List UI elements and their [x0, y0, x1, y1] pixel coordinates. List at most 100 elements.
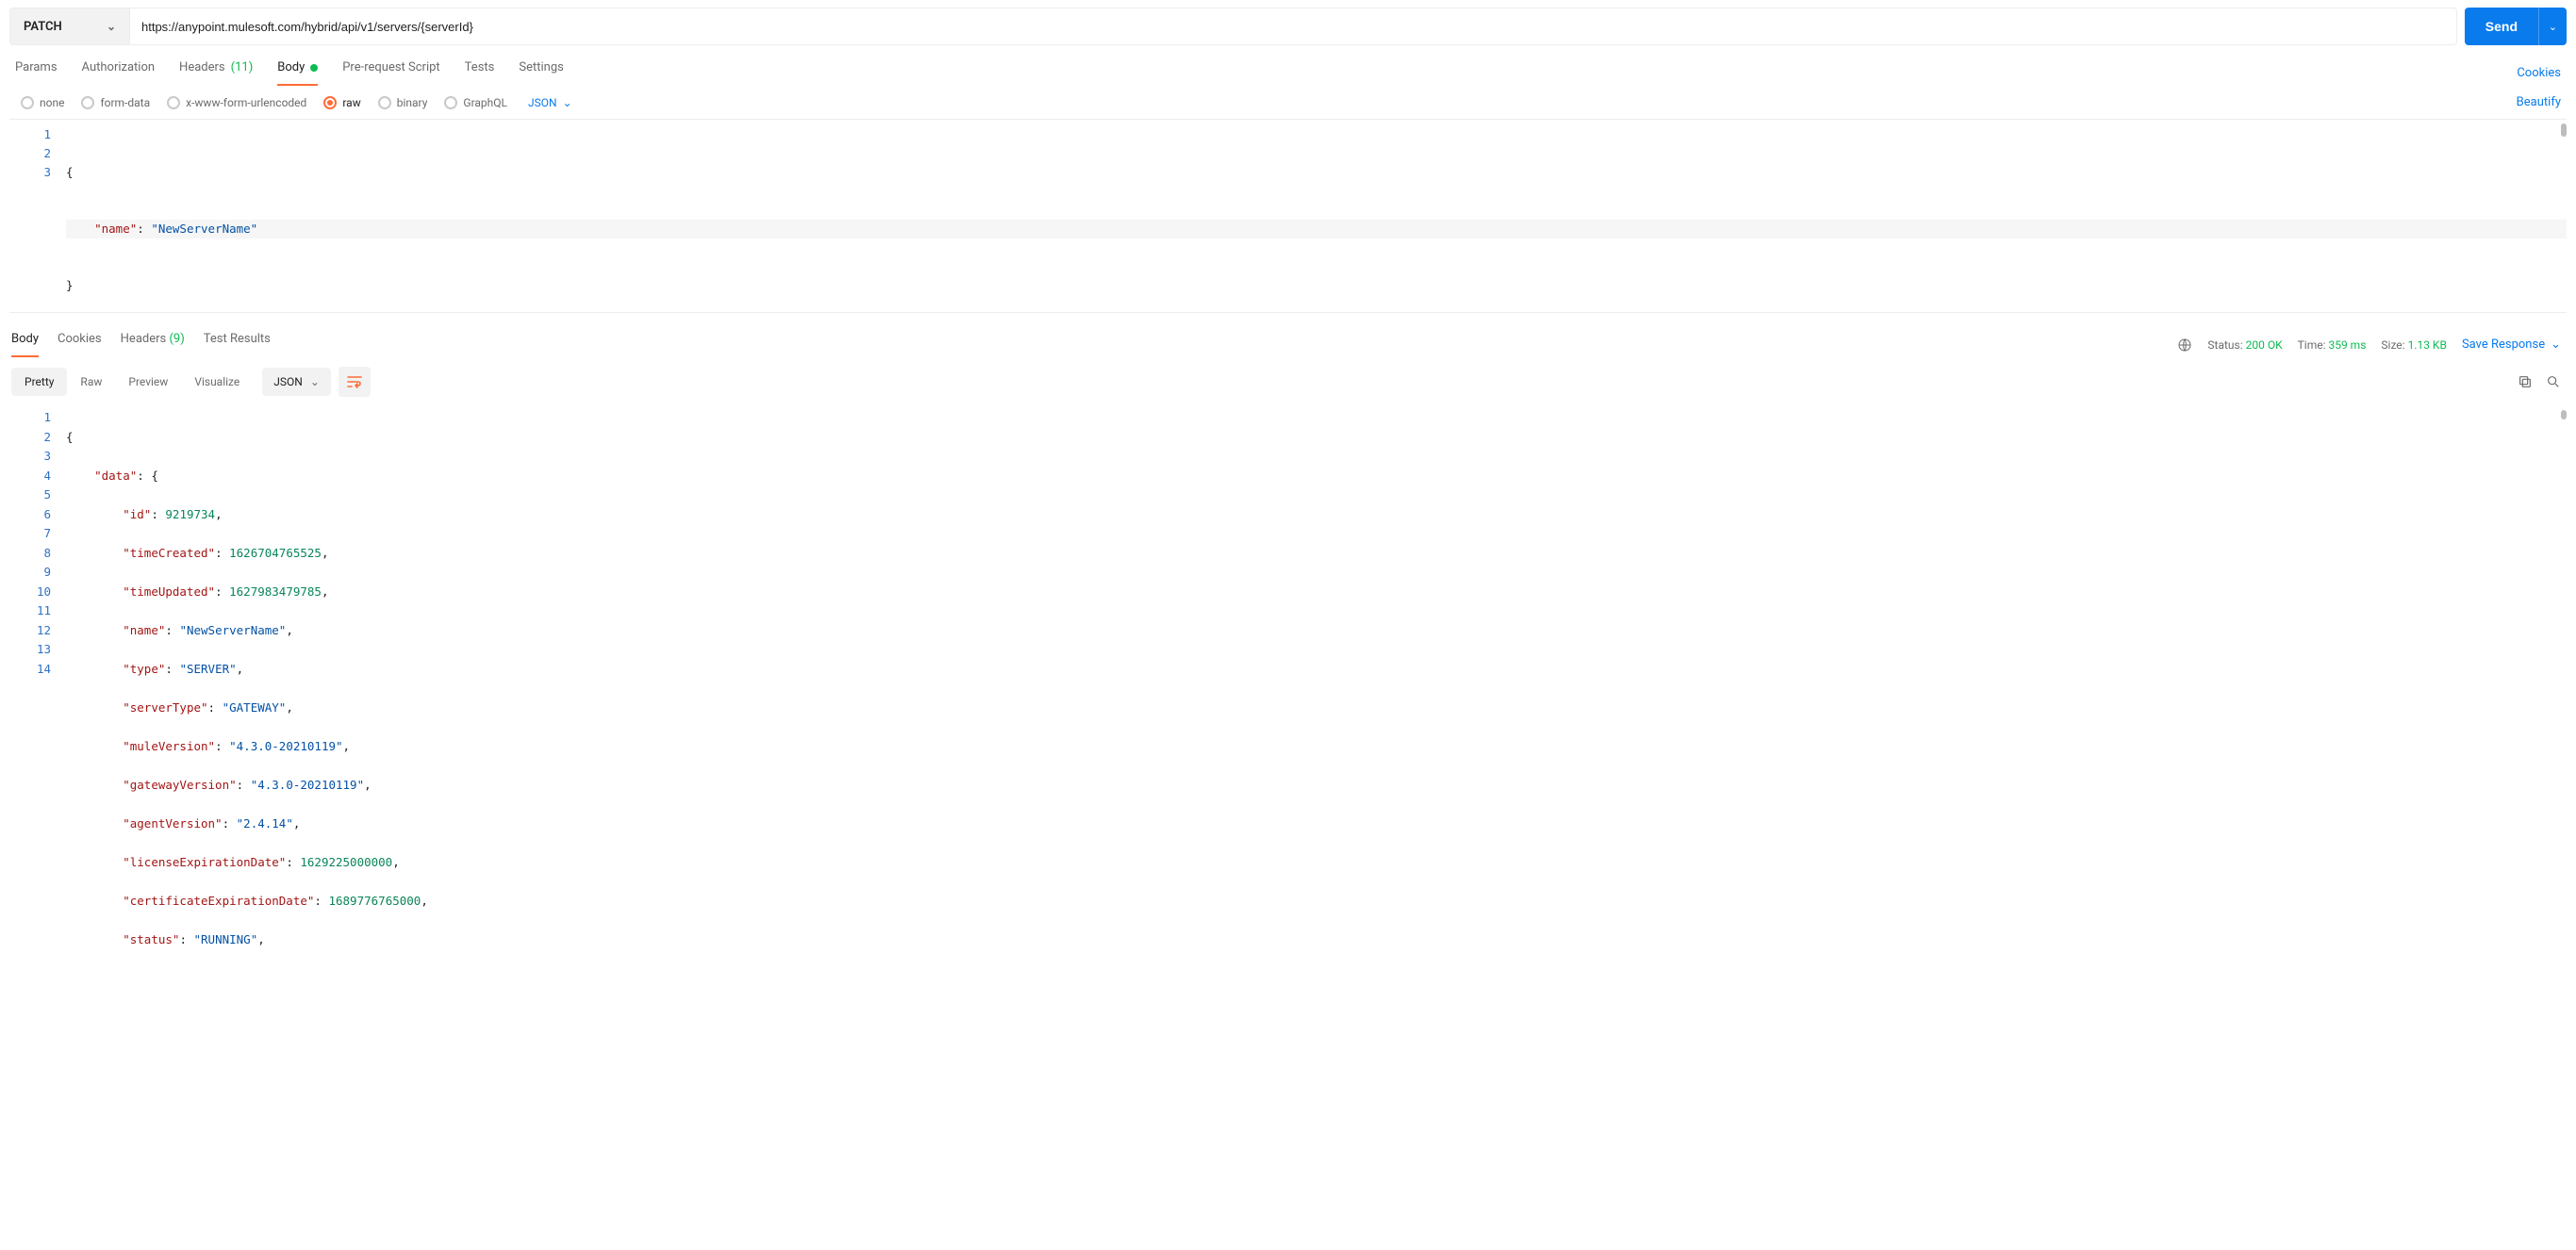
code-token: "4.3.0-20210119" — [229, 739, 342, 753]
code-token: , — [343, 739, 351, 753]
code-token: "SERVER" — [179, 662, 236, 676]
code-token: , — [215, 507, 223, 521]
code-token: "timeCreated" — [123, 546, 215, 560]
body-type-row: none form-data x-www-form-urlencoded raw… — [9, 86, 2567, 120]
view-pills: Pretty Raw Preview Visualize — [11, 368, 253, 396]
body-type-raw[interactable]: raw — [323, 96, 360, 109]
chevron-down-icon: ⌄ — [2549, 21, 2557, 33]
wrap-icon — [347, 375, 362, 388]
code-token: "certificateExpirationDate" — [123, 894, 314, 908]
code-token: "name" — [123, 623, 165, 637]
tab-headers[interactable]: Headers (11) — [179, 60, 253, 86]
code-token: , — [322, 584, 329, 599]
code-token: "GATEWAY" — [223, 700, 287, 715]
copy-icon[interactable] — [2518, 374, 2533, 389]
code-token: "4.3.0-20210119" — [251, 778, 364, 792]
body-type-x-www[interactable]: x-www-form-urlencoded — [167, 96, 306, 109]
body-type-form-data[interactable]: form-data — [81, 96, 150, 109]
code-token: "NewServerName" — [179, 623, 286, 637]
radio-label: x-www-form-urlencoded — [186, 96, 306, 109]
view-raw[interactable]: Raw — [67, 368, 115, 396]
code-token: , — [392, 855, 400, 869]
request-body-editor[interactable]: 123 { "name": "NewServerName" } — [9, 120, 2567, 313]
response-language-value: JSON — [273, 375, 303, 388]
response-toolbar: Pretty Raw Preview Visualize JSON ⌄ — [9, 357, 2567, 406]
code-token: "gatewayVersion" — [123, 778, 236, 792]
tab-tests[interactable]: Tests — [465, 60, 495, 86]
code-token: , — [364, 778, 372, 792]
code-token: "muleVersion" — [123, 739, 215, 753]
radio-icon — [323, 96, 337, 109]
code-token: : — [137, 222, 151, 236]
line-wrap-button[interactable] — [339, 367, 371, 397]
http-method-value: PATCH — [24, 20, 62, 34]
code-token: "timeUpdated" — [123, 584, 215, 599]
tab-headers-count: (11) — [231, 60, 254, 74]
response-code[interactable]: { "data": { "id": 9219734, "timeCreated"… — [66, 406, 2567, 1010]
code-token: 1689776765000 — [328, 894, 421, 908]
tab-authorization[interactable]: Authorization — [82, 60, 156, 86]
code-token: "id" — [123, 507, 151, 521]
radio-label: binary — [397, 96, 428, 109]
code-token: "RUNNING" — [194, 932, 258, 946]
code-token: , — [322, 546, 329, 560]
tab-body[interactable]: Body — [277, 60, 318, 86]
response-view-controls: Pretty Raw Preview Visualize JSON ⌄ — [11, 367, 371, 397]
code-token: "status" — [123, 932, 179, 946]
radio-icon — [21, 96, 34, 109]
body-modified-dot-icon — [310, 64, 318, 72]
scrollbar-indicator — [2561, 410, 2567, 419]
send-button-dropdown[interactable]: ⌄ — [2538, 8, 2567, 45]
code-token: , — [421, 894, 428, 908]
search-icon[interactable] — [2546, 374, 2561, 389]
tab-body-label: Body — [277, 60, 305, 74]
code-token: : { — [137, 469, 158, 483]
chevron-down-icon: ⌄ — [563, 96, 572, 109]
chevron-down-icon: ⌄ — [310, 375, 320, 388]
code-token: 1629225000000 — [300, 855, 392, 869]
resp-tab-body[interactable]: Body — [11, 332, 39, 357]
send-button[interactable]: Send — [2465, 8, 2538, 45]
tab-params[interactable]: Params — [15, 60, 58, 86]
body-type-binary[interactable]: binary — [378, 96, 428, 109]
code-token: "name" — [94, 222, 137, 236]
code-token: "licenseExpirationDate" — [123, 855, 286, 869]
response-language-select[interactable]: JSON ⌄ — [262, 368, 331, 396]
body-language-select[interactable]: JSON ⌄ — [528, 96, 572, 109]
body-type-graphql[interactable]: GraphQL — [444, 96, 507, 109]
beautify-link[interactable]: Beautify — [2517, 95, 2561, 109]
view-preview[interactable]: Preview — [115, 368, 181, 396]
code-token: "serverType" — [123, 700, 207, 715]
response-right-tools — [2518, 374, 2561, 389]
radio-label: GraphQL — [463, 96, 507, 109]
radio-label: none — [40, 96, 64, 109]
chevron-down-icon: ⌄ — [107, 20, 116, 33]
http-method-select[interactable]: PATCH ⌄ — [9, 8, 130, 45]
cookies-link[interactable]: Cookies — [2517, 66, 2561, 80]
body-language-value: JSON — [528, 96, 557, 109]
radio-icon — [81, 96, 94, 109]
request-tabs-row: Params Authorization Headers (11) Body P… — [9, 47, 2567, 86]
response-gutter: 1234567891011121314 — [9, 406, 66, 1010]
view-pretty[interactable]: Pretty — [11, 368, 67, 396]
response-body-editor[interactable]: 1234567891011121314 { "data": { "id": 92… — [9, 406, 2567, 1010]
view-visualize[interactable]: Visualize — [181, 368, 253, 396]
request-code[interactable]: { "name": "NewServerName" } — [66, 120, 2567, 312]
code-token: { — [66, 430, 74, 444]
tab-settings[interactable]: Settings — [519, 60, 563, 86]
radio-icon — [167, 96, 180, 109]
body-type-none[interactable]: none — [21, 96, 64, 109]
code-token: , — [257, 932, 265, 946]
code-token: , — [286, 623, 293, 637]
code-token: 1626704765525 — [229, 546, 322, 560]
code-token: "2.4.14" — [237, 816, 293, 831]
radio-label: form-data — [100, 96, 150, 109]
code-token: "NewServerName" — [151, 222, 257, 236]
url-input[interactable] — [130, 8, 2457, 45]
send-button-group: Send ⌄ — [2465, 8, 2567, 45]
tab-prerequest[interactable]: Pre-request Script — [342, 60, 439, 86]
scrollbar-indicator — [2561, 123, 2567, 137]
radio-label: raw — [342, 96, 360, 109]
body-type-radios: none form-data x-www-form-urlencoded raw… — [21, 96, 572, 109]
request-gutter: 123 — [9, 120, 66, 312]
